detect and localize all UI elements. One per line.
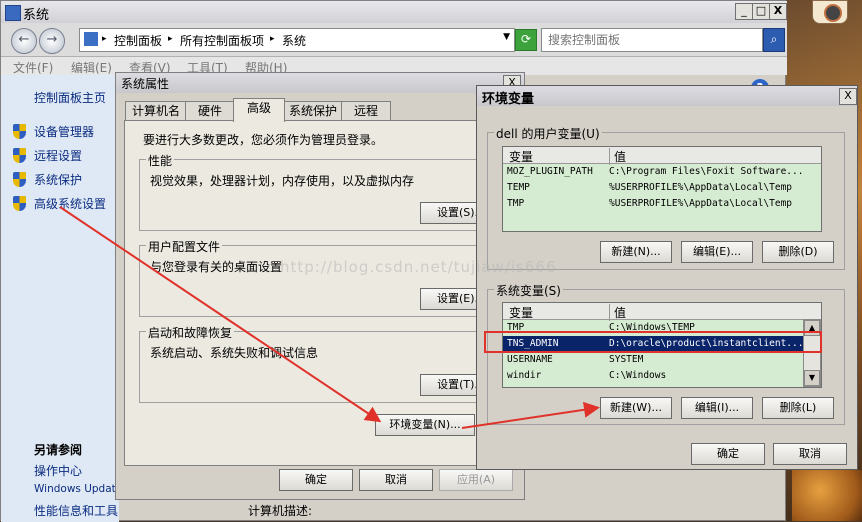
- arrow-to-new-button: [461, 401, 600, 429]
- arrow-to-env-button: [59, 206, 382, 423]
- computer-description-label: 计算机描述:: [248, 504, 313, 518]
- watermark: http://blog.csdn.net/tujiaw/is666: [280, 258, 557, 276]
- tab-advanced[interactable]: 高级: [233, 98, 285, 122]
